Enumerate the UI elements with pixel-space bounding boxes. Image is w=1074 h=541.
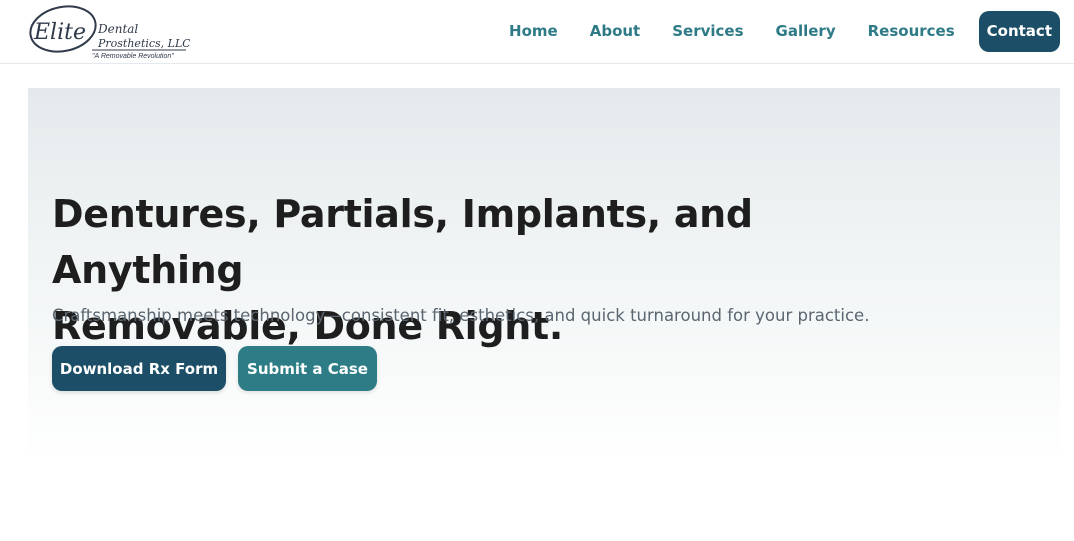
- hero-title: Dentures, Partials, Implants, and Anythi…: [52, 186, 952, 354]
- hero-actions: Download Rx Form Submit a Case: [52, 346, 377, 391]
- logo-line1: Dental: [97, 22, 138, 36]
- main-nav: Home About Services Gallery Resources Co…: [509, 11, 1060, 52]
- logo-tagline: "A Removable Revolution": [92, 53, 174, 60]
- download-rx-form-button[interactable]: Download Rx Form: [52, 346, 226, 391]
- logo-brand: Elite: [33, 20, 86, 45]
- nav-gallery[interactable]: Gallery: [776, 11, 836, 52]
- nav-about[interactable]: About: [590, 11, 641, 52]
- nav-resources[interactable]: Resources: [868, 11, 955, 52]
- nav-home[interactable]: Home: [509, 11, 558, 52]
- logo[interactable]: Elite Dental Prosthetics, LLC "A Removab…: [28, 3, 190, 61]
- logo-mark: Elite Dental Prosthetics, LLC "A Removab…: [29, 5, 190, 60]
- submit-case-button[interactable]: Submit a Case: [238, 346, 377, 391]
- hero-section: Dentures, Partials, Implants, and Anythi…: [28, 88, 1060, 460]
- logo-line2: Prosthetics, LLC: [97, 37, 190, 50]
- hero-subtitle: Craftsmanship meets technology—consisten…: [52, 306, 870, 325]
- contact-button[interactable]: Contact: [978, 11, 1060, 52]
- nav-services[interactable]: Services: [672, 11, 743, 52]
- hero-title-line1: Dentures, Partials, Implants, and Anythi…: [52, 192, 753, 292]
- site-header: Elite Dental Prosthetics, LLC "A Removab…: [0, 0, 1074, 64]
